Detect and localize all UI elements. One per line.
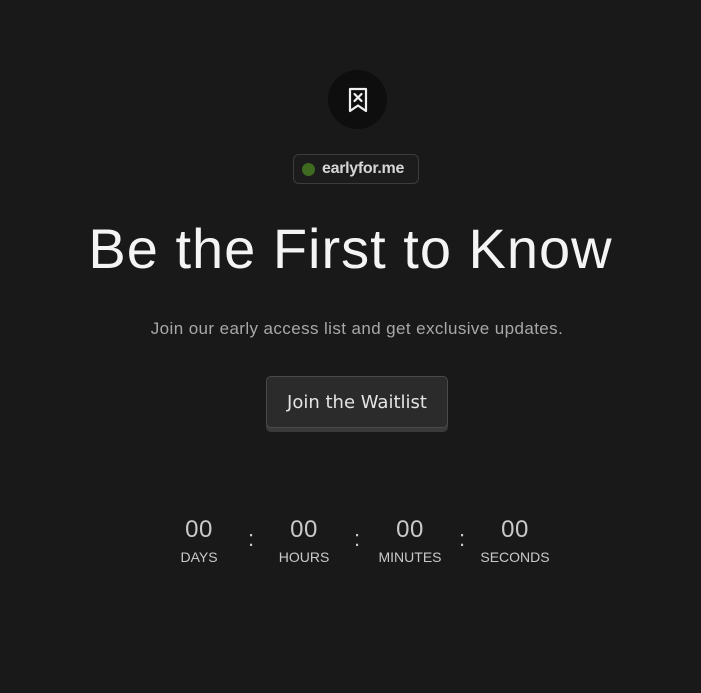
countdown-minutes: 00 MINUTES bbox=[360, 514, 460, 566]
page-subtitle: Join our early access list and get exclu… bbox=[150, 319, 564, 338]
badge-label: earlyfor.me bbox=[322, 160, 405, 177]
seconds-label: SECONDS bbox=[480, 549, 550, 565]
logo bbox=[328, 70, 387, 129]
countdown-separator: : bbox=[353, 526, 361, 551]
domain-badge: earlyfor.me bbox=[293, 154, 419, 184]
countdown-seconds: 00 SECONDS bbox=[465, 514, 565, 566]
countdown-separator: : bbox=[247, 526, 255, 551]
join-waitlist-button[interactable]: Join the Waitlist bbox=[266, 376, 448, 428]
countdown-hours: 00 HOURS bbox=[254, 514, 354, 566]
days-value: 00 bbox=[185, 516, 213, 543]
hours-value: 00 bbox=[290, 516, 318, 543]
minutes-label: MINUTES bbox=[378, 549, 442, 565]
countdown-separator: : bbox=[458, 526, 466, 551]
countdown-days: 00 DAYS bbox=[149, 514, 249, 566]
page: earlyfor.me Be the First to Know Join ou… bbox=[0, 0, 701, 693]
hours-label: HOURS bbox=[278, 549, 330, 565]
days-label: DAYS bbox=[180, 549, 218, 565]
seconds-value: 00 bbox=[501, 516, 529, 543]
minutes-value: 00 bbox=[396, 516, 424, 543]
page-title: Be the First to Know bbox=[88, 217, 613, 280]
bookmark-x-icon bbox=[347, 87, 369, 113]
status-dot bbox=[302, 162, 315, 176]
